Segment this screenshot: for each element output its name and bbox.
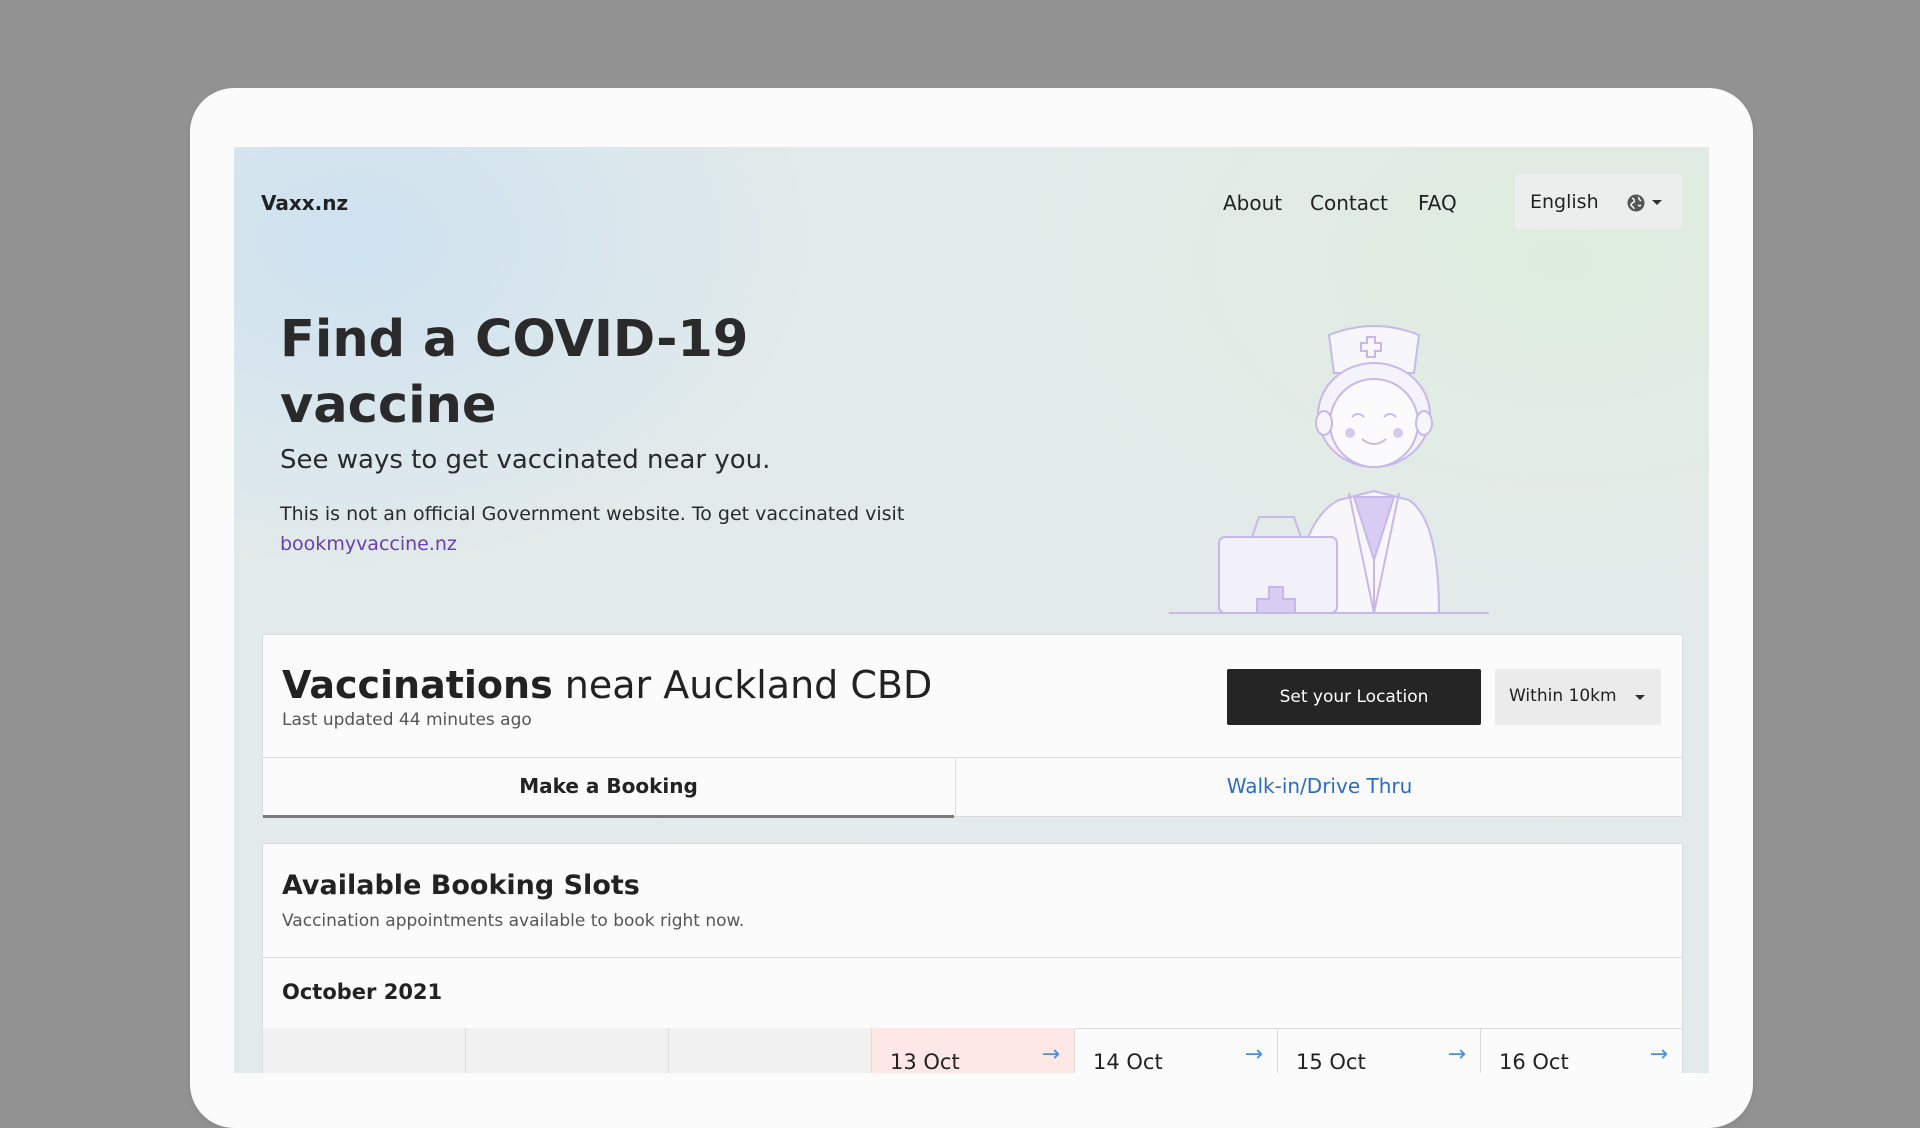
last-updated: Last updated 44 minutes ago [282,710,532,730]
calendar-day[interactable]: 15 Oct → [1278,1028,1481,1073]
hero-title: Find a COVID-19 vaccine [280,310,749,435]
arrow-right-icon: → [1041,1042,1060,1067]
month-label: October 2021 [282,980,443,1004]
browser-screen: Vaxx.nz About Contact FAQ English Find a… [234,147,1709,1073]
calendar-day-label: 15 Oct [1296,1050,1366,1073]
language-label: English [1530,191,1599,213]
nav-about[interactable]: About [1223,191,1282,215]
nurse-illustration [1169,325,1489,614]
top-nav: Vaxx.nz About Contact FAQ English [234,147,1709,259]
calendar-day-empty [466,1028,669,1073]
slots-title: Available Booking Slots [282,870,640,901]
chevron-down-icon [1652,200,1662,205]
calendar-day[interactable]: 13 Oct → [872,1028,1075,1073]
bookmyvaccine-link[interactable]: bookmyvaccine.nz [280,533,457,555]
hero-subtitle: See ways to get vaccinated near you. [280,445,771,475]
vaccinations-heading-bold: Vaccinations [282,663,553,707]
calendar-week-row: 13 Oct → 14 Oct → 15 Oct → 16 Oct → [263,1028,1682,1073]
booking-tabs: Make a Booking Walk-in/Drive Thru [263,757,1683,818]
globe-icon [1627,194,1645,212]
language-selector[interactable]: English [1515,174,1682,230]
calendar-day-label: 14 Oct [1093,1050,1163,1073]
calendar-day-label: 16 Oct [1499,1050,1569,1073]
nav-contact[interactable]: Contact [1310,191,1388,215]
disclaimer-text: This is not an official Government websi… [280,503,905,525]
tab-make-a-booking[interactable]: Make a Booking [263,758,954,818]
hero-disclaimer: This is not an official Government websi… [280,499,920,559]
chevron-down-icon [1635,695,1645,700]
arrow-right-icon: → [1244,1042,1263,1067]
vaccinations-card: Vaccinations near Auckland CBD Last upda… [262,634,1683,818]
vaccinations-heading-location: near Auckland CBD [552,663,933,707]
radius-label: Within 10km [1509,686,1617,706]
calendar-day[interactable]: 14 Oct → [1075,1028,1278,1073]
radius-dropdown[interactable]: Within 10km [1495,669,1661,725]
device-frame: Vaxx.nz About Contact FAQ English Find a… [190,88,1753,1128]
calendar-day-empty [263,1028,466,1073]
slots-subtitle: Vaccination appointments available to bo… [282,911,745,931]
arrow-right-icon: → [1447,1042,1466,1067]
nav-faq[interactable]: FAQ [1418,191,1457,215]
calendar-day[interactable]: 16 Oct → [1481,1028,1682,1073]
arrow-right-icon: → [1649,1042,1668,1067]
calendar-day-empty [669,1028,872,1073]
booking-slots-card: Available Booking Slots Vaccination appo… [262,843,1683,1073]
brand-logo[interactable]: Vaxx.nz [261,191,348,215]
calendar-day-label: 13 Oct [890,1050,960,1073]
set-location-button[interactable]: Set your Location [1227,669,1481,725]
vaccinations-heading: Vaccinations near Auckland CBD [282,663,932,707]
tab-walk-in-drive-thru[interactable]: Walk-in/Drive Thru [955,758,1683,815]
month-header: October 2021 [263,957,1682,1029]
